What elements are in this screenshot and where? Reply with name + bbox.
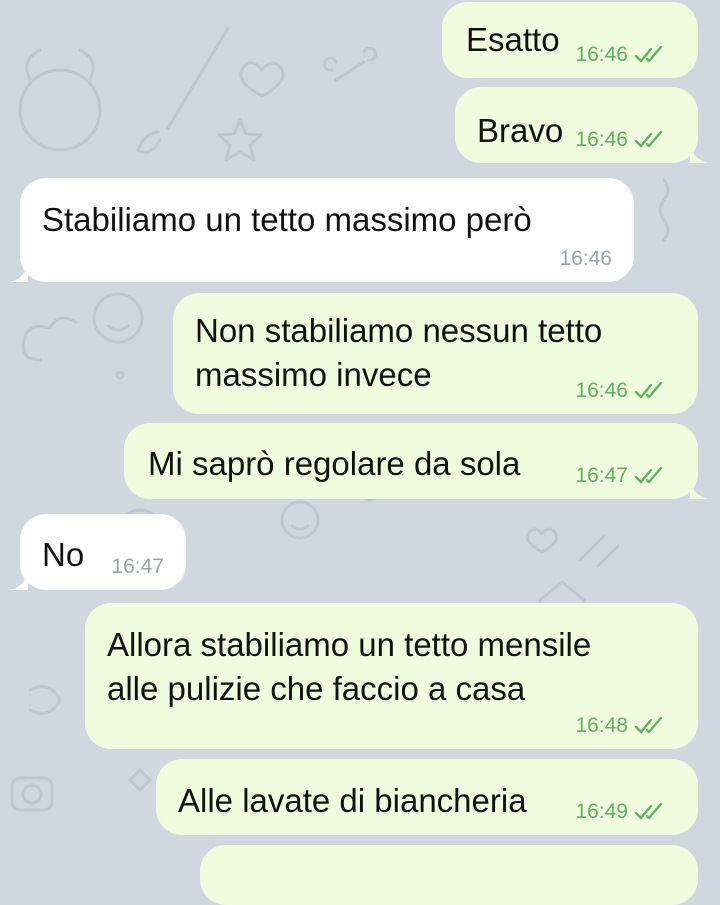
double-check-icon bbox=[634, 803, 663, 820]
message-bubble-outgoing[interactable]: Alle lavate di biancheria 16:49 bbox=[156, 759, 698, 835]
camera-doodle bbox=[10, 776, 54, 812]
message-bubble-outgoing-partial[interactable] bbox=[200, 845, 698, 905]
message-meta: 16:47 bbox=[575, 465, 668, 487]
message-time: 16:46 bbox=[559, 247, 612, 270]
double-check-icon bbox=[634, 467, 663, 484]
message-meta: 16:47 bbox=[111, 556, 164, 578]
star-doodle bbox=[217, 118, 263, 162]
smiley-doodle bbox=[92, 292, 144, 344]
bubble-tail bbox=[10, 570, 28, 590]
message-text: Non stabiliamo nessun tetto massimo inve… bbox=[195, 312, 603, 393]
bubble-tail bbox=[690, 479, 708, 499]
message-meta: 16:46 bbox=[559, 248, 612, 270]
double-check-icon bbox=[634, 46, 663, 63]
message-time: 16:46 bbox=[575, 128, 628, 151]
face-doodle bbox=[280, 500, 320, 540]
pencil-doodle bbox=[578, 534, 620, 568]
message-time: 16:48 bbox=[575, 714, 628, 737]
message-bubble-outgoing[interactable]: Allora stabiliamo un tetto mensile alle … bbox=[85, 603, 698, 749]
message-time: 16:49 bbox=[575, 800, 628, 823]
message-meta: 16:49 bbox=[575, 801, 668, 823]
paintbrush-doodle bbox=[136, 26, 230, 154]
message-text: Allora stabiliamo un tetto mensile alle … bbox=[107, 626, 592, 707]
message-text: Stabiliamo un tetto massimo però bbox=[42, 201, 532, 238]
message-text: Bravo bbox=[477, 112, 564, 149]
message-time: 16:47 bbox=[575, 464, 628, 487]
double-check-icon bbox=[634, 382, 663, 399]
message-time: 16:47 bbox=[111, 555, 164, 578]
bone-doodle bbox=[322, 46, 378, 82]
message-bubble-incoming[interactable]: No 16:47 bbox=[10, 514, 186, 590]
dog-doodle bbox=[18, 68, 102, 152]
message-meta: 16:46 bbox=[575, 44, 668, 66]
message-bubble-outgoing[interactable]: Mi saprò regolare da sola 16:47 bbox=[124, 423, 708, 499]
heart-doodle bbox=[239, 61, 285, 98]
bubble-tail bbox=[10, 262, 28, 282]
squiggle-doodle bbox=[658, 178, 670, 242]
double-check-icon bbox=[634, 717, 663, 734]
message-text: No bbox=[42, 536, 85, 573]
message-bubble-incoming[interactable]: Stabiliamo un tetto massimo però 16:46 bbox=[10, 178, 634, 282]
message-meta: 16:46 bbox=[575, 380, 668, 402]
message-time: 16:46 bbox=[575, 43, 628, 66]
message-text: Esatto bbox=[466, 21, 560, 58]
message-meta: 16:46 bbox=[575, 129, 668, 151]
message-bubble-outgoing[interactable]: Bravo 16:46 bbox=[455, 87, 708, 163]
message-time: 16:46 bbox=[575, 379, 628, 402]
message-text: Mi saprò regolare da sola bbox=[148, 445, 521, 482]
cloud-doodle bbox=[21, 316, 78, 362]
message-meta: 16:48 bbox=[575, 715, 668, 737]
message-bubble-outgoing[interactable]: Esatto 16:46 bbox=[442, 2, 698, 78]
message-text: Alle lavate di biancheria bbox=[178, 782, 527, 819]
double-check-icon bbox=[634, 131, 663, 148]
bubble-tail bbox=[690, 143, 708, 163]
message-bubble-outgoing[interactable]: Non stabiliamo nessun tetto massimo inve… bbox=[173, 293, 698, 414]
heart-doodle-2 bbox=[525, 527, 559, 554]
